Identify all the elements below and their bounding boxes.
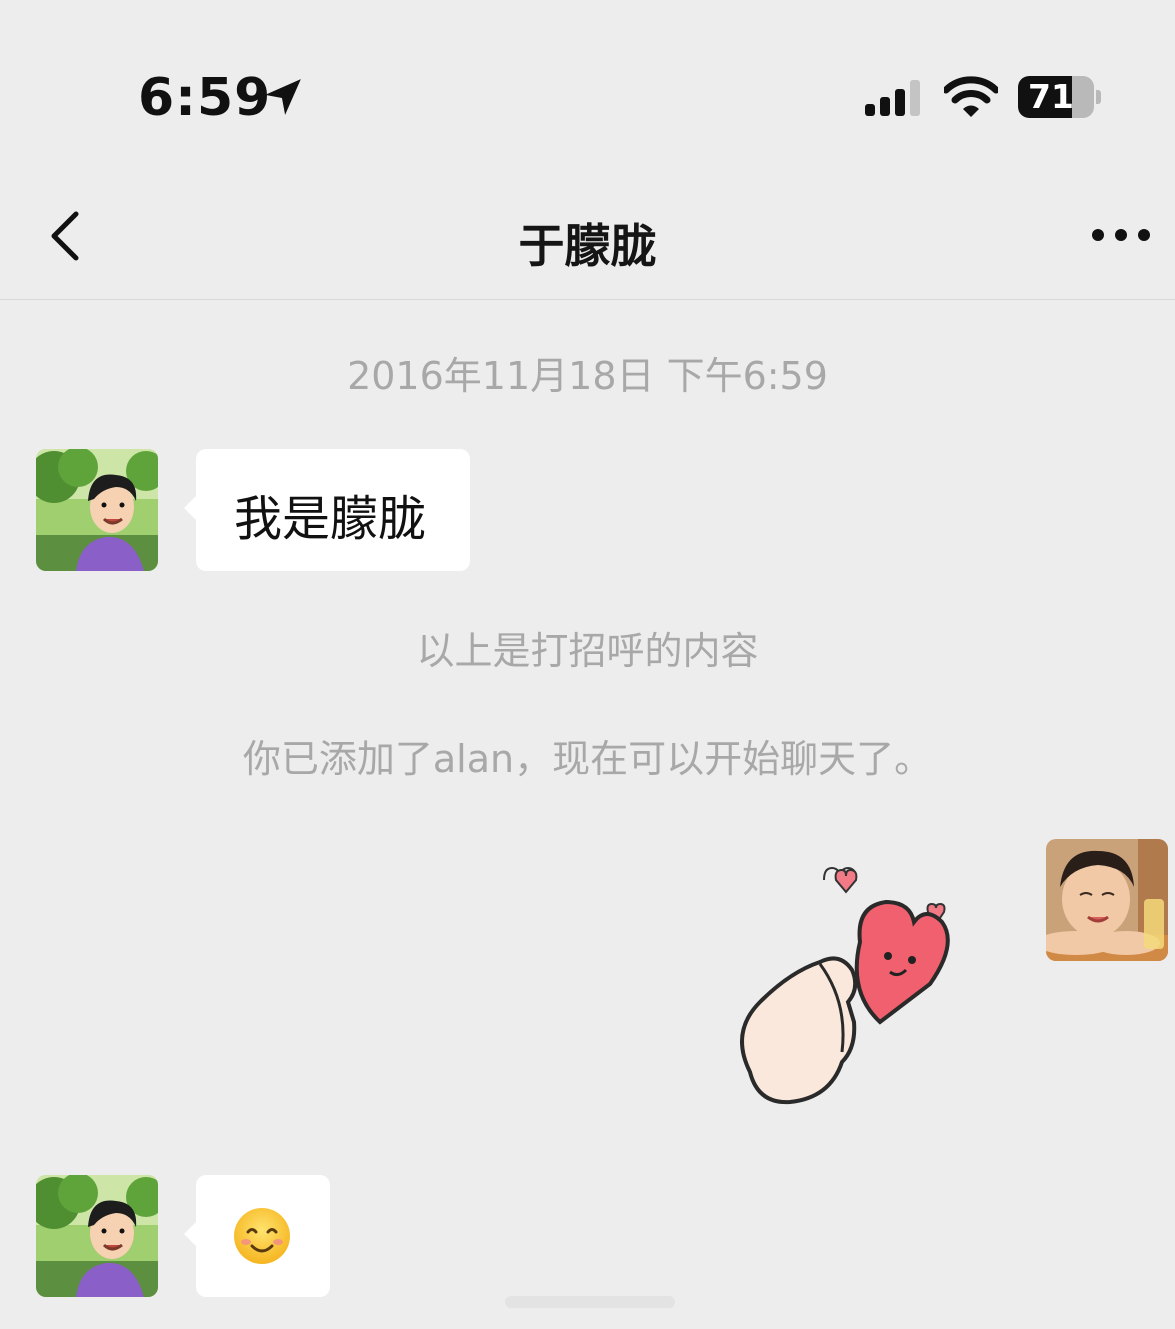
home-indicator bbox=[505, 1296, 675, 1308]
child-photo-avatar-image bbox=[1046, 839, 1168, 961]
chat-screen: 6:59 71 于朦胧 2016年11月18日 下午6:59 我是朦胧 以上是打… bbox=[0, 0, 1175, 1329]
battery-cap bbox=[1096, 90, 1101, 104]
bubble-tail bbox=[184, 495, 197, 521]
system-note-added-friend: 你已添加了alan，现在可以开始聊天了。 bbox=[242, 737, 933, 781]
message-text: 我是朦胧 bbox=[234, 491, 427, 547]
cartoon-boy-avatar-image bbox=[36, 449, 158, 571]
message-bubble-incoming[interactable] bbox=[184, 1175, 330, 1297]
location-arrow-icon bbox=[265, 79, 301, 115]
ellipsis-icon bbox=[1092, 229, 1150, 241]
status-bar: 6:59 71 bbox=[0, 0, 1175, 190]
cartoon-boy-avatar-image bbox=[36, 1175, 158, 1297]
contact-avatar[interactable] bbox=[36, 1175, 158, 1297]
cellular-signal-icon bbox=[865, 80, 920, 116]
my-avatar[interactable] bbox=[1046, 839, 1168, 961]
message-timestamp: 2016年11月18日 下午6:59 bbox=[347, 354, 828, 398]
wifi-icon bbox=[944, 76, 998, 117]
status-time: 6:59 bbox=[138, 68, 272, 128]
chat-title: 于朦胧 bbox=[518, 219, 657, 273]
bubble-tail bbox=[184, 1221, 197, 1247]
message-bubble-incoming[interactable]: 我是朦胧 bbox=[184, 449, 470, 571]
chat-header: 于朦胧 bbox=[0, 190, 1175, 300]
battery-icon: 71 bbox=[1018, 76, 1102, 118]
smiling-face-emoji-icon bbox=[234, 1208, 290, 1264]
battery-level: 71 bbox=[1028, 77, 1074, 116]
contact-avatar[interactable] bbox=[36, 449, 158, 571]
battery-body: 71 bbox=[1018, 76, 1094, 118]
system-note-greeting: 以上是打招呼的内容 bbox=[416, 629, 759, 673]
heart-finger-sticker[interactable] bbox=[730, 852, 960, 1107]
more-options-button[interactable] bbox=[1088, 220, 1154, 250]
